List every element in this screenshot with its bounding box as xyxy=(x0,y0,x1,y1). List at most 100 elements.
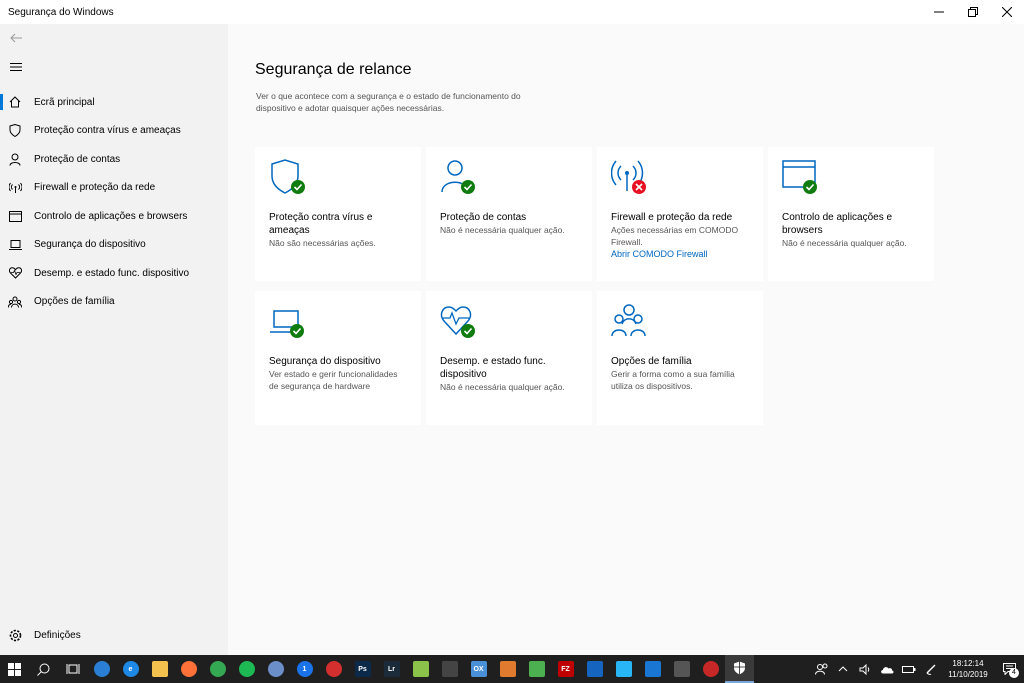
comodo-icon xyxy=(702,661,719,677)
card-family-options[interactable]: Opções de família Gerir a forma como a s… xyxy=(597,291,763,425)
sidebar-item-firewall[interactable]: Firewall e proteção da rede xyxy=(0,174,228,203)
pen-app-icon xyxy=(412,661,429,677)
sidebar-item-family-options[interactable]: Opções de família xyxy=(0,288,228,317)
windows-logo-icon xyxy=(8,662,21,676)
thunderbird-icon xyxy=(93,661,110,677)
filezilla-taskbar-button[interactable]: FZ xyxy=(551,655,580,683)
close-button[interactable] xyxy=(990,0,1024,24)
sidebar-item-label: Opções de família xyxy=(34,296,115,308)
pen-workspace-button[interactable] xyxy=(920,655,942,683)
clock-date: 11/10/2019 xyxy=(948,670,988,679)
sidebar-item-account-protection[interactable]: Proteção de contas xyxy=(0,145,228,174)
sidebar-item-device-performance[interactable]: Desemp. e estado func. dispositivo xyxy=(0,259,228,288)
book-app-taskbar-button[interactable] xyxy=(522,655,551,683)
show-hidden-icons-button[interactable] xyxy=(832,655,854,683)
anydesk-icon xyxy=(325,661,342,677)
main-content: Segurança de relance Ver o que acontece … xyxy=(228,24,1024,655)
sidebar-item-device-security[interactable]: Segurança do dispositivo xyxy=(0,231,228,260)
inkscape-taskbar-button[interactable] xyxy=(435,655,464,683)
menu-button[interactable] xyxy=(6,60,26,74)
browser-window-icon xyxy=(782,159,822,197)
card-status: Gerir a forma como a sua família utiliza… xyxy=(611,369,735,391)
card-app-browser-control[interactable]: Controlo de aplicações e browsers Não é … xyxy=(768,147,934,281)
restore-button[interactable] xyxy=(956,0,990,24)
windows-security-taskbar-button[interactable] xyxy=(725,655,754,683)
task-view-button[interactable] xyxy=(58,655,87,683)
snowflake-app-icon xyxy=(267,661,284,677)
family-icon xyxy=(8,295,22,309)
chart-app-taskbar-button[interactable] xyxy=(638,655,667,683)
card-device-security[interactable]: Segurança do dispositivo Ver estado e ge… xyxy=(255,291,421,425)
card-device-performance[interactable]: Desemp. e estado func. dispositivo Não é… xyxy=(426,291,592,425)
firefox-icon xyxy=(180,661,197,677)
cloud-app-taskbar-button[interactable] xyxy=(609,655,638,683)
heart-pulse-icon xyxy=(440,303,480,341)
power-button[interactable] xyxy=(898,655,920,683)
person-icon xyxy=(440,159,480,197)
card-title: Desemp. e estado func. dispositivo xyxy=(440,356,546,380)
comodo-taskbar-button[interactable] xyxy=(696,655,725,683)
sidebar-item-virus-protection[interactable]: Proteção contra vírus e ameaças xyxy=(0,117,228,146)
cloud-app-icon xyxy=(615,661,632,677)
sidebar-item-label: Controlo de aplicações e browsers xyxy=(34,210,188,222)
sidebar-item-home[interactable]: Ecrã principal xyxy=(0,88,228,117)
clock[interactable]: 18:12:14 11/10/2019 xyxy=(942,658,994,680)
back-button[interactable] xyxy=(6,30,26,46)
ox-app-taskbar-button[interactable]: OX xyxy=(464,655,493,683)
family-icon xyxy=(611,303,651,341)
spotify-taskbar-button[interactable] xyxy=(232,655,261,683)
action-center-button[interactable]: 4 xyxy=(994,655,1024,683)
file-explorer-taskbar-button[interactable] xyxy=(145,655,174,683)
page-description: Ver o que acontece com a segurança e o e… xyxy=(256,91,521,113)
sidebar-item-label: Ecrã principal xyxy=(34,96,95,108)
shield-icon xyxy=(269,159,309,197)
card-status: Ver estado e gerir funcionalidades de se… xyxy=(269,369,398,391)
onedrive-box-taskbar-button[interactable] xyxy=(580,655,609,683)
volume-button[interactable] xyxy=(854,655,876,683)
sidebar-item-app-browser-control[interactable]: Controlo de aplicações e browsers xyxy=(0,202,228,231)
edge-taskbar-button[interactable]: e xyxy=(116,655,145,683)
snowflake-app-taskbar-button[interactable] xyxy=(261,655,290,683)
grid-app-taskbar-button[interactable] xyxy=(493,655,522,683)
pen-app-taskbar-button[interactable] xyxy=(406,655,435,683)
start-button[interactable] xyxy=(0,655,29,683)
card-firewall[interactable]: Firewall e proteção da rede Ações necess… xyxy=(597,147,763,281)
sidebar-item-label: Segurança do dispositivo xyxy=(34,239,146,251)
card-account-protection[interactable]: Proteção de contas Não é necessária qual… xyxy=(426,147,592,281)
minimize-button[interactable] xyxy=(922,0,956,24)
sidebar-item-settings[interactable]: Definições xyxy=(0,621,228,650)
close-icon xyxy=(1002,7,1012,17)
card-title: Segurança do dispositivo xyxy=(269,356,381,367)
sidebar-item-label: Proteção contra vírus e ameaças xyxy=(34,125,181,137)
anydesk-taskbar-button[interactable] xyxy=(319,655,348,683)
card-status: Não é necessária qualquer ação. xyxy=(440,382,565,392)
person-icon xyxy=(8,152,22,166)
firefox-taskbar-button[interactable] xyxy=(174,655,203,683)
lightroom-taskbar-button[interactable]: Lr xyxy=(377,655,406,683)
card-virus-protection[interactable]: Proteção contra vírus e ameaças Não são … xyxy=(255,147,421,281)
card-status: Ações necessárias em COMODO Firewall. xyxy=(611,225,739,247)
photoshop-taskbar-button[interactable]: Ps xyxy=(348,655,377,683)
card-title: Opções de família xyxy=(611,356,692,367)
nav-list: Ecrã principal Proteção contra vírus e a… xyxy=(0,88,228,316)
onepassword-taskbar-button[interactable]: 1 xyxy=(290,655,319,683)
title-bar: Segurança do Windows xyxy=(0,0,1024,24)
antenna-icon xyxy=(8,181,22,195)
task-view-icon xyxy=(66,664,79,674)
onedrive-button[interactable] xyxy=(876,655,898,683)
search-button[interactable] xyxy=(29,655,58,683)
chrome-taskbar-button[interactable] xyxy=(203,655,232,683)
people-button[interactable] xyxy=(810,655,832,683)
hamburger-icon xyxy=(10,63,22,71)
open-comodo-firewall-link[interactable]: Abrir COMODO Firewall xyxy=(611,249,749,259)
shield-icon xyxy=(734,661,745,675)
card-title: Firewall e proteção da rede xyxy=(611,212,733,223)
shield-icon xyxy=(8,124,22,138)
cloud-icon xyxy=(881,666,894,673)
taskbar-apps: e 1 Ps Lr OX FZ xyxy=(87,655,725,683)
laptop-icon xyxy=(8,238,22,252)
mail-app-taskbar-button[interactable] xyxy=(667,655,696,683)
laptop-icon xyxy=(269,303,309,341)
thunderbird-taskbar-button[interactable] xyxy=(87,655,116,683)
book-app-icon xyxy=(528,661,545,677)
